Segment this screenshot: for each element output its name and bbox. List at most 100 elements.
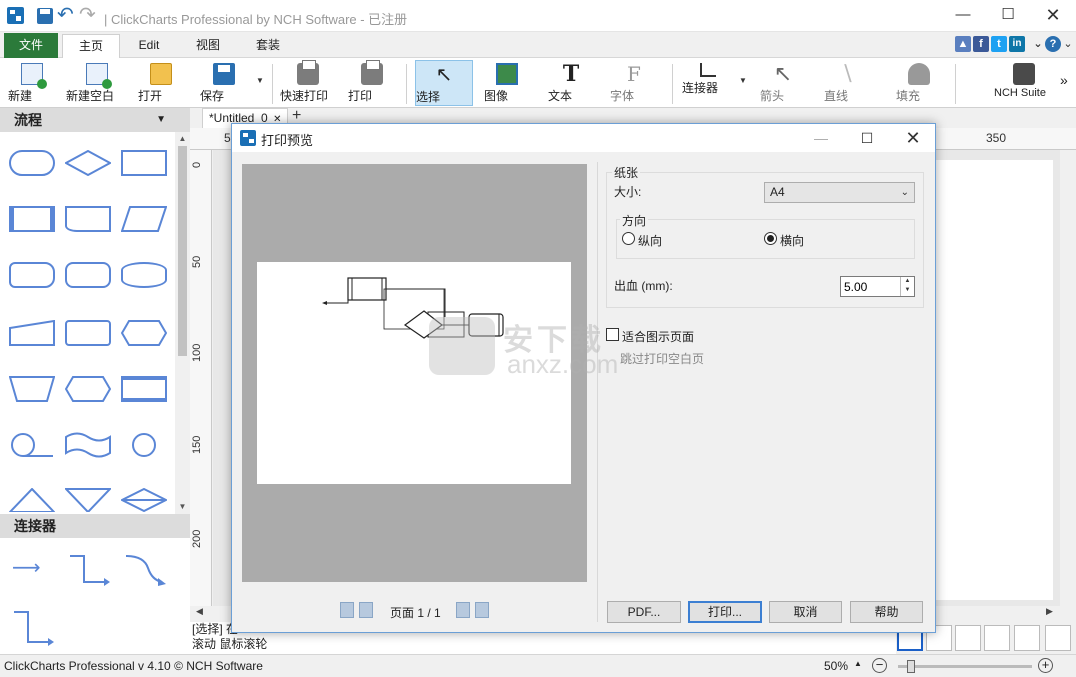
new-button[interactable]: 新建 (8, 60, 56, 106)
connector-circle-shape[interactable] (121, 432, 167, 458)
zoom-slider-knob[interactable] (907, 660, 915, 673)
preparation-shape[interactable] (120, 320, 168, 346)
new-blank-button[interactable]: 新建空白 (66, 60, 128, 106)
tab-home[interactable]: 主页 (62, 34, 120, 59)
fill-button[interactable]: 填充 (896, 60, 942, 106)
zoom-out-button[interactable]: − (872, 658, 887, 673)
quick-print-button[interactable]: 快速打印 (280, 60, 336, 106)
process-shape[interactable] (121, 150, 167, 176)
tab-view[interactable]: 视图 (180, 34, 236, 58)
chevron-down-icon[interactable]: ▼ (156, 108, 166, 132)
scroll-thumb[interactable] (178, 146, 187, 356)
dialog-maximize-button[interactable]: ☐ (844, 124, 890, 152)
open-button[interactable]: 打开 (138, 60, 184, 106)
display-shape[interactable] (64, 376, 112, 402)
connector-panel-header[interactable]: 连接器 (0, 514, 190, 538)
help-button[interactable]: 帮助 (850, 601, 923, 623)
elbow-connector-icon[interactable] (68, 554, 110, 586)
scroll-down-icon[interactable]: ▼ (175, 500, 190, 514)
skip-blank-label[interactable]: 跳过打印空白页 (620, 350, 704, 367)
like-icon[interactable]: ▲ (955, 36, 971, 52)
nch-suite-button[interactable]: NCH Suite (994, 60, 1054, 106)
bleed-input[interactable] (841, 277, 897, 296)
landscape-label[interactable]: 横向 (780, 232, 804, 249)
redo-button[interactable]: ↷ (79, 5, 99, 26)
help-chevron-icon[interactable]: ⌄ (1060, 36, 1076, 52)
dialog-close-button[interactable]: ✕ (890, 124, 936, 152)
manual-operation-shape[interactable] (8, 376, 56, 402)
subroutine-shape[interactable] (121, 376, 167, 402)
dialog-minimize-button[interactable]: — (798, 124, 844, 152)
more-icon[interactable]: » (1060, 72, 1068, 88)
data-shape[interactable] (120, 206, 168, 232)
decision-shape[interactable] (63, 149, 113, 177)
help-icon[interactable]: ? (1045, 36, 1061, 52)
save-dropdown-icon[interactable]: ▼ (256, 76, 264, 85)
social-chevron-icon[interactable]: ⌄ (1030, 36, 1046, 52)
arrow-button[interactable]: ↖ 箭头 (760, 60, 806, 106)
zoom-slider[interactable] (898, 660, 1032, 673)
database-shape[interactable] (121, 262, 167, 288)
twitter-icon[interactable]: t (991, 36, 1007, 52)
extract-shape[interactable] (7, 487, 57, 513)
pdf-button[interactable]: PDF... (607, 601, 681, 623)
minimize-button[interactable]: — (940, 0, 986, 30)
vertical-scrollbar[interactable] (1060, 150, 1076, 622)
linkedin-icon[interactable]: in (1009, 36, 1025, 52)
scroll-left-icon[interactable]: ◀ (196, 606, 203, 617)
document-shape[interactable] (65, 206, 111, 232)
flow-panel-header[interactable]: 流程 ▼ (0, 108, 190, 132)
text-align-tool-icon[interactable] (955, 625, 981, 651)
facebook-icon[interactable]: f (973, 36, 989, 52)
first-page-button[interactable] (340, 602, 354, 618)
spinner-arrows-icon[interactable]: ▲ ▼ (900, 277, 914, 296)
sequential-data-shape[interactable] (9, 432, 55, 458)
quick-save-button[interactable] (35, 6, 55, 26)
previous-page-button[interactable] (359, 602, 373, 618)
card-shape[interactable] (65, 320, 111, 346)
bleed-spinner[interactable]: ▲▼ (840, 276, 915, 297)
layout-tool-icon[interactable] (1045, 625, 1071, 651)
punched-tape-shape[interactable] (65, 432, 111, 458)
eye-tool-icon[interactable] (984, 625, 1010, 651)
connector-button[interactable]: 连接器 (682, 60, 734, 106)
magnet-tool-icon[interactable] (1014, 625, 1040, 651)
merge-shape[interactable] (63, 488, 113, 514)
save-button[interactable]: 保存 (200, 60, 248, 106)
print-button-dialog[interactable]: 打印... (688, 601, 762, 623)
shape-panel-scrollbar[interactable]: ▲ ▼ (175, 132, 190, 514)
terminator-shape[interactable] (9, 150, 55, 176)
select-button[interactable]: ↖ 选择 (415, 60, 473, 106)
connector-dropdown-icon[interactable]: ▼ (739, 76, 747, 85)
zoom-dropdown-icon[interactable]: ▲ (854, 659, 862, 668)
text-button[interactable]: T 文本 (548, 60, 594, 106)
curved-connector-icon[interactable] (124, 554, 166, 586)
zoom-in-button[interactable]: + (1038, 658, 1053, 673)
predefined-process-shape[interactable] (9, 206, 55, 232)
print-button[interactable]: 打印 (348, 60, 396, 106)
fit-to-page-checkbox[interactable] (606, 328, 619, 341)
scroll-up-icon[interactable]: ▲ (175, 132, 190, 146)
landscape-radio[interactable] (764, 232, 777, 245)
portrait-radio[interactable] (622, 232, 635, 245)
zoom-level[interactable]: 50% (824, 659, 848, 673)
portrait-label[interactable]: 纵向 (638, 232, 662, 249)
cancel-button[interactable]: 取消 (769, 601, 842, 623)
fit-to-page-label[interactable]: 适合图示页面 (622, 328, 694, 345)
tab-file[interactable]: 文件 (4, 33, 58, 58)
paper-size-select[interactable]: A4 ⌄ (764, 182, 915, 203)
image-button[interactable]: 图像 (484, 60, 530, 106)
straight-connector-icon[interactable]: ⟶ (12, 558, 41, 578)
last-page-button[interactable] (475, 602, 489, 618)
close-button[interactable]: ✕ (1030, 0, 1076, 30)
next-page-button[interactable] (456, 602, 470, 618)
elbow-down-connector-icon[interactable] (12, 610, 54, 648)
direct-data-shape[interactable] (65, 262, 111, 288)
tab-edit[interactable]: Edit (124, 34, 174, 58)
undo-button[interactable]: ↶ (57, 5, 77, 26)
line-button[interactable]: ∖ 直线 (824, 60, 870, 106)
sort-shape[interactable] (119, 487, 169, 513)
scroll-right-icon[interactable]: ▶ (1046, 606, 1053, 617)
font-button[interactable]: F 字体 (610, 60, 658, 106)
tab-suite[interactable]: 套装 (240, 34, 296, 58)
